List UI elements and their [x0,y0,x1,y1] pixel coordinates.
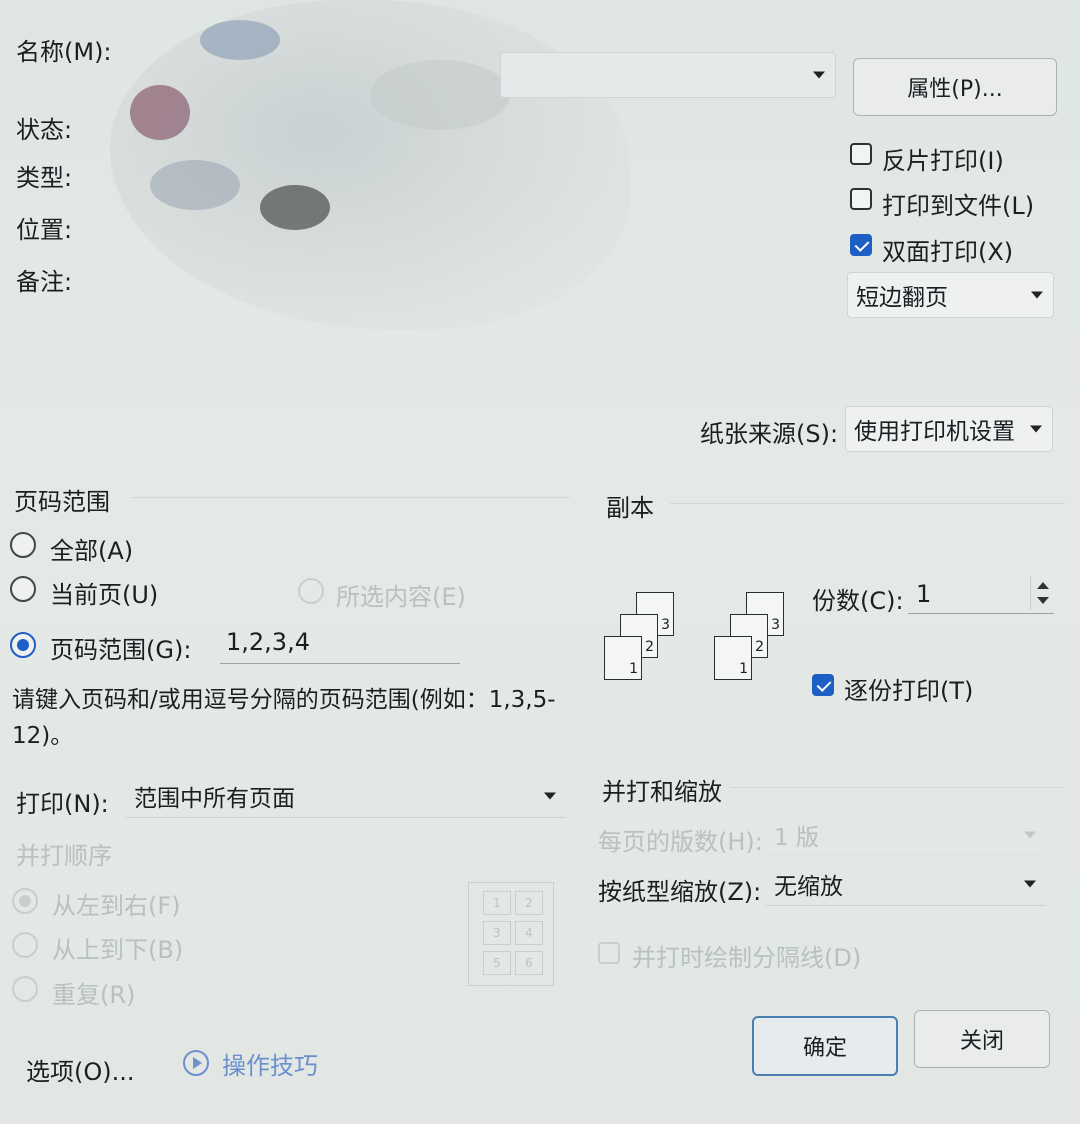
divider [730,787,1065,788]
printer-name-select[interactable] [500,52,836,98]
reverse-print-label: 反片打印(I) [882,147,1004,175]
preview-cell: 4 [515,921,543,945]
page-range-input[interactable]: 1,2,3,4 [220,628,460,664]
play-icon[interactable] [183,1050,209,1076]
current-page-label: 当前页(U) [50,581,159,609]
duplex-mode-select[interactable]: 短边翻页 [847,272,1054,318]
paper-source-value: 使用打印机设置 [854,419,1015,445]
left-to-right-label: 从左到右(F) [52,892,181,920]
collate-order-title: 并打顺序 [16,842,112,870]
chevron-down-icon [1024,880,1036,887]
print-what-select[interactable]: 范围中所有页面 [126,774,566,818]
draw-borders-checkbox[interactable] [598,942,620,964]
chevron-down-icon [1037,597,1049,604]
current-page-radio[interactable] [10,576,36,602]
top-to-bottom-label: 从上到下(B) [52,936,184,964]
scale-select[interactable]: 无缩放 [766,862,1046,906]
ok-button[interactable]: 确定 [752,1016,898,1076]
printer-status-label: 状态: [16,116,73,144]
print-what-value: 范围中所有页面 [134,785,295,812]
properties-button[interactable]: 属性(P)... [853,58,1057,116]
paper-source-label: 纸张来源(S): [700,420,839,448]
scale-label: 按纸型缩放(Z): [598,878,762,906]
close-button[interactable]: 关闭 [914,1010,1050,1068]
pages-per-sheet-label: 每页的版数(H): [598,828,763,856]
preview-cell: 1 [483,891,511,915]
chevron-down-icon [1031,291,1043,299]
left-to-right-radio[interactable] [12,888,38,914]
page-range-title: 页码范围 [14,488,110,516]
preview-cell: 3 [483,921,511,945]
all-pages-label: 全部(A) [50,537,134,565]
duplex-checkbox[interactable] [850,234,872,256]
reverse-print-checkbox[interactable] [850,143,872,165]
zoom-title: 并打和缩放 [602,778,722,806]
chevron-up-icon [1037,582,1049,589]
page-range-radio[interactable] [10,632,36,658]
duplex-label: 双面打印(X) [882,238,1014,266]
collate-label: 逐份打印(T) [844,677,974,705]
collated-pages-icon: 3 2 1 [714,590,794,690]
selection-label: 所选内容(E) [336,583,466,611]
chevron-down-icon [813,71,825,79]
scale-value: 无缩放 [774,873,843,900]
page-range-hint: 请键入页码和/或用逗号分隔的页码范围(例如：1,3,5-12)。 [12,687,556,749]
copies-count-input[interactable]: 1 [908,576,1054,614]
copies-count-value: 1 [916,580,932,608]
selection-radio[interactable] [298,578,324,604]
divider [670,503,1065,504]
chevron-down-icon [1024,831,1036,838]
redacted-printer-info [110,0,630,330]
page-range-label: 页码范围(G): [50,636,192,664]
duplex-mode-value: 短边翻页 [856,285,948,311]
chevron-down-icon [1030,425,1042,433]
divider [130,497,570,498]
all-pages-radio[interactable] [10,532,36,558]
paper-source-select[interactable]: 使用打印机设置 [845,406,1053,452]
chevron-down-icon [544,792,556,799]
preview-cell: 2 [515,891,543,915]
copies-title: 副本 [606,494,654,522]
preview-cell: 5 [483,951,511,975]
print-what-label: 打印(N): [16,790,109,818]
repeat-label: 重复(R) [52,981,136,1009]
printer-comment-label: 备注: [16,268,73,296]
options-button[interactable]: 选项(O)... [26,1052,135,1087]
copies-count-label: 份数(C): [812,587,904,615]
print-to-file-label: 打印到文件(L) [882,192,1035,220]
tips-link[interactable]: 操作技巧 [222,1046,318,1081]
printer-name-label: 名称(M): [16,38,112,66]
printer-location-label: 位置: [16,216,73,244]
copies-spinner[interactable] [1030,576,1054,610]
collate-checkbox[interactable] [812,674,834,696]
draw-borders-label: 并打时绘制分隔线(D) [632,944,862,972]
collated-pages-icon: 3 2 1 [604,590,684,690]
print-to-file-checkbox[interactable] [850,188,872,210]
pages-per-sheet-value: 1 版 [774,824,819,851]
repeat-radio[interactable] [12,976,38,1002]
printer-type-label: 类型: [16,164,73,192]
collate-order-preview: 1 2 3 4 5 6 [468,882,554,986]
top-to-bottom-radio[interactable] [12,932,38,958]
pages-per-sheet-select[interactable]: 1 版 [766,814,1046,856]
preview-cell: 6 [515,951,543,975]
